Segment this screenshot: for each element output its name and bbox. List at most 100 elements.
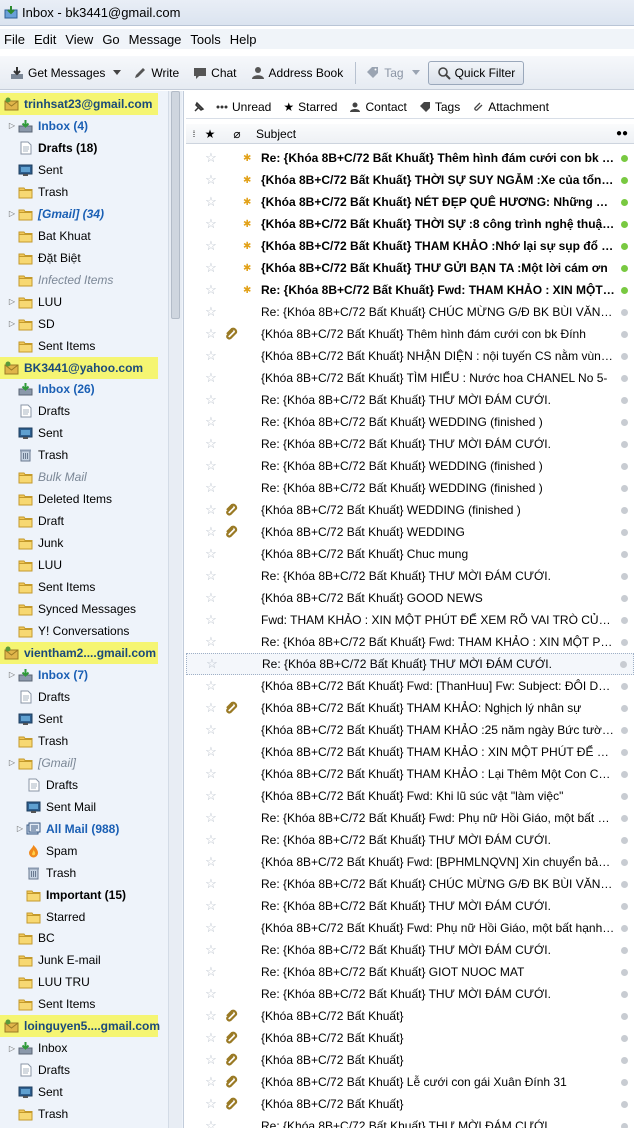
unread-status-dot[interactable]	[621, 286, 628, 294]
menu-tools[interactable]: Tools	[190, 32, 220, 47]
read-status-dot[interactable]	[621, 880, 628, 888]
folder-row[interactable]: Junk	[0, 532, 168, 554]
unread-status-dot[interactable]	[621, 220, 628, 228]
read-status-dot[interactable]	[621, 748, 628, 756]
folder-row[interactable]: Drafts	[0, 400, 168, 422]
read-status-dot[interactable]	[621, 1012, 628, 1020]
folder-row[interactable]: Trash	[0, 1103, 168, 1125]
folder-row[interactable]: Sent	[0, 159, 168, 181]
expand-twisty-icon[interactable]: ▷	[8, 297, 16, 306]
read-status-dot[interactable]	[621, 792, 628, 800]
star-toggle-icon[interactable]: ☆	[202, 964, 220, 980]
account-row[interactable]: loinguyen5....gmail.com	[0, 1015, 160, 1038]
unread-status-dot[interactable]	[621, 198, 628, 206]
star-toggle-icon[interactable]: ☆	[203, 656, 221, 672]
folder-row[interactable]: Sent Items	[0, 993, 168, 1015]
folder-row[interactable]: Đặt Biệt	[0, 247, 168, 269]
read-status-dot[interactable]	[621, 352, 628, 360]
message-row[interactable]: ☆ {Khóa 8B+C/72 Bất Khuất} TÌM HIỂU : Nướ…	[186, 367, 634, 389]
message-row[interactable]: ☆ Re: {Khóa 8B+C/72 Bất Khuất} THƯ MỜI ĐÁ…	[186, 565, 634, 587]
read-status-dot[interactable]	[621, 440, 628, 448]
message-row[interactable]: ☆ Re: {Khóa 8B+C/72 Bất Khuất} THƯ MỜI ĐÁ…	[186, 983, 634, 1005]
message-row[interactable]: ☆ {Khóa 8B+C/72 Bất Khuất} Fwd: [ThanHuu]…	[186, 675, 634, 697]
message-row[interactable]: ☆ ✱ {Khóa 8B+C/72 Bất Khuất} THƯ GỬI BẠN T…	[186, 257, 634, 279]
folder-row[interactable]: Trash	[0, 181, 168, 203]
message-row[interactable]: ☆ ✱ {Khóa 8B+C/72 Bất Khuất} THỜI SỰ SUY N…	[186, 169, 634, 191]
message-row[interactable]: ☆ Re: {Khóa 8B+C/72 Bất Khuất} WEDDING (f…	[186, 455, 634, 477]
star-toggle-icon[interactable]: ☆	[202, 810, 220, 826]
column-picker-icon[interactable]: ●●	[616, 128, 634, 139]
folder-row[interactable]: Sent	[0, 422, 168, 444]
message-row[interactable]: ☆ {Khóa 8B+C/72 Bất Khuất} Thêm hình đám …	[186, 323, 634, 345]
message-row[interactable]: ☆ {Khóa 8B+C/72 Bất Khuất} Fwd: [BPHMLNQV…	[186, 851, 634, 873]
filter-attachment-button[interactable]: Attachment	[472, 100, 549, 114]
subject-column-header[interactable]: Subject	[256, 127, 616, 141]
read-status-dot[interactable]	[621, 924, 628, 932]
expand-twisty-icon[interactable]: ▷	[8, 670, 16, 679]
read-status-dot[interactable]	[621, 902, 628, 910]
star-toggle-icon[interactable]: ☆	[202, 590, 220, 606]
menu-view[interactable]: View	[65, 32, 93, 47]
tag-button[interactable]: Tag	[362, 61, 407, 85]
star-toggle-icon[interactable]: ☆	[202, 392, 220, 408]
message-row[interactable]: ☆ ✱ Re: {Khóa 8B+C/72 Bất Khuất} Fwd: THAM…	[186, 279, 634, 301]
folder-row[interactable]: Sent Items	[0, 335, 168, 357]
folder-row[interactable]: BC	[0, 927, 168, 949]
read-status-dot[interactable]	[621, 506, 628, 514]
star-toggle-icon[interactable]: ☆	[202, 722, 220, 738]
folder-row[interactable]: Drafts (18)	[0, 137, 168, 159]
message-row[interactable]: ☆ {Khóa 8B+C/72 Bất Khuất}	[186, 1005, 634, 1027]
folder-row[interactable]: Inbox (26)	[0, 378, 168, 400]
message-row[interactable]: ☆ {Khóa 8B+C/72 Bất Khuất} THAM KHẢO :25 …	[186, 719, 634, 741]
account-row[interactable]: trinhsat23@gmail.com	[0, 93, 158, 115]
folder-row[interactable]: Drafts	[0, 774, 168, 796]
folder-row[interactable]: ▷ All Mail (988)	[0, 818, 168, 840]
message-row[interactable]: ☆ Re: {Khóa 8B+C/72 Bất Khuất} WEDDING (f…	[186, 477, 634, 499]
read-status-dot[interactable]	[621, 396, 628, 404]
star-toggle-icon[interactable]: ☆	[202, 260, 220, 276]
starred-column-icon[interactable]: ★	[202, 127, 218, 141]
message-row[interactable]: ☆ Re: {Khóa 8B+C/72 Bất Khuất} THƯ MỜI ĐÁ…	[186, 829, 634, 851]
write-button[interactable]: Write	[129, 61, 183, 85]
read-status-dot[interactable]	[621, 814, 628, 822]
folder-row[interactable]: Sent Items	[0, 576, 168, 598]
read-status-dot[interactable]	[621, 418, 628, 426]
message-row[interactable]: ☆ {Khóa 8B+C/72 Bất Khuất}	[186, 1093, 634, 1115]
star-toggle-icon[interactable]: ☆	[202, 458, 220, 474]
star-toggle-icon[interactable]: ☆	[202, 854, 220, 870]
folder-row[interactable]: Trash	[0, 730, 168, 752]
unread-status-dot[interactable]	[621, 154, 628, 162]
folder-row[interactable]: Bat Khuat	[0, 225, 168, 247]
folder-row[interactable]: Spam	[0, 840, 168, 862]
read-status-dot[interactable]	[621, 616, 628, 624]
star-toggle-icon[interactable]: ☆	[202, 414, 220, 430]
menu-help[interactable]: Help	[230, 32, 257, 47]
star-toggle-icon[interactable]: ☆	[202, 876, 220, 892]
get-messages-dropdown-icon[interactable]	[113, 70, 122, 75]
folder-row[interactable]: ▷ [Gmail]	[0, 752, 168, 774]
folder-row[interactable]: Trash	[0, 862, 168, 884]
folder-row[interactable]: ▷ Inbox	[0, 1037, 168, 1059]
star-toggle-icon[interactable]: ☆	[202, 282, 220, 298]
read-status-dot[interactable]	[621, 726, 628, 734]
read-status-dot[interactable]	[621, 1122, 628, 1128]
filter-contact-button[interactable]: Contact	[349, 100, 407, 114]
filter-tags-button[interactable]: Tags	[419, 100, 460, 114]
star-toggle-icon[interactable]: ☆	[202, 920, 220, 936]
folder-row[interactable]: Y! Conversations	[0, 620, 168, 642]
read-status-dot[interactable]	[621, 770, 628, 778]
message-row[interactable]: ☆ ✱ Re: {Khóa 8B+C/72 Bất Khuất} Thêm hình…	[186, 147, 634, 169]
thread-column-icon[interactable]: ⁞	[186, 129, 202, 139]
star-toggle-icon[interactable]: ☆	[202, 502, 220, 518]
read-status-dot[interactable]	[621, 572, 628, 580]
message-row[interactable]: ☆ Re: {Khóa 8B+C/72 Bất Khuất} THƯ MỜI ĐÁ…	[186, 389, 634, 411]
expand-twisty-icon[interactable]: ▷	[16, 824, 24, 833]
message-row[interactable]: ☆ Re: {Khóa 8B+C/72 Bất Khuất} THƯ MỜI ĐÁ…	[186, 939, 634, 961]
account-row[interactable]: vientham2....gmail.com	[0, 642, 158, 664]
read-status-dot[interactable]	[621, 990, 628, 998]
message-row[interactable]: ☆ {Khóa 8B+C/72 Bất Khuất} WEDDING (finis…	[186, 499, 634, 521]
pin-icon[interactable]	[192, 100, 206, 114]
expand-twisty-icon[interactable]: ▷	[8, 758, 16, 767]
message-row[interactable]: ☆ Re: {Khóa 8B+C/72 Bất Khuất} CHÚC MỪNG …	[186, 301, 634, 323]
folder-row[interactable]: ▷ [Gmail] (34)	[0, 203, 168, 225]
